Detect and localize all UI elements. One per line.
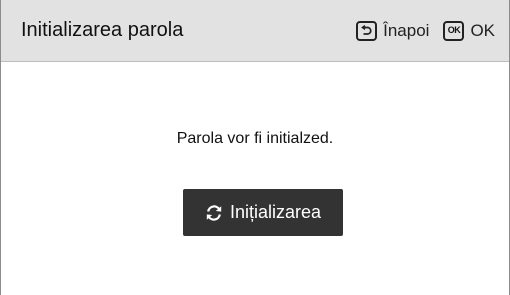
ok-key-icon: OK: [443, 20, 465, 41]
initialize-button[interactable]: Inițializarea: [183, 189, 343, 236]
ok-label: OK: [470, 20, 495, 40]
initialize-password-dialog: Initializarea parola Înapoi OK OK Parola…: [0, 0, 510, 295]
header-actions: Înapoi OK OK: [356, 20, 495, 41]
dialog-title: Initializarea parola: [21, 19, 184, 41]
dialog-content: Parola vor fi initialzed. Inițializarea: [1, 62, 509, 295]
dialog-header: Initializarea parola Înapoi OK OK: [1, 0, 509, 62]
message-text: Parola vor fi initialzed.: [176, 130, 334, 147]
back-button[interactable]: Înapoi: [356, 20, 430, 41]
back-label: Înapoi: [383, 20, 430, 40]
ok-button[interactable]: OK OK: [443, 20, 495, 41]
initialize-button-label: Inițializarea: [229, 202, 322, 222]
refresh-icon: [205, 204, 223, 222]
back-key-icon: [356, 20, 378, 41]
